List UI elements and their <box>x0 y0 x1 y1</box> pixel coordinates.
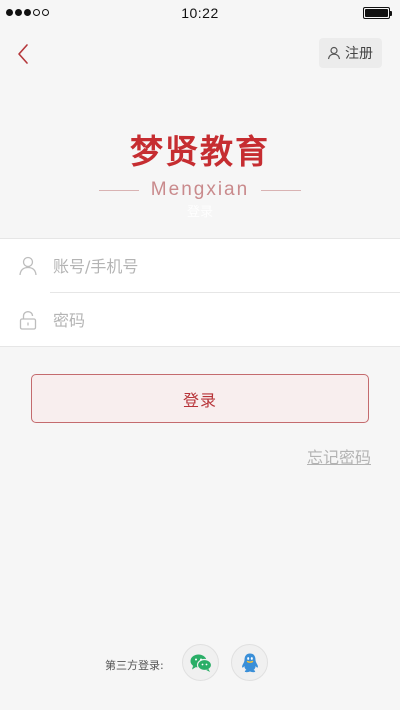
person-icon <box>327 46 341 60</box>
register-button[interactable]: 注册 <box>319 38 382 68</box>
brand-overlay-text: 登录 <box>186 205 213 220</box>
account-input[interactable] <box>53 246 388 286</box>
brand-divider-right <box>261 189 302 191</box>
login-button[interactable]: 登录 <box>31 374 369 423</box>
back-button[interactable] <box>12 40 36 68</box>
qq-login-button[interactable] <box>231 644 268 681</box>
password-row <box>0 293 400 347</box>
brand-title: 梦贤教育 <box>130 132 270 171</box>
status-time: 10:22 <box>181 5 219 21</box>
brand-block: 梦贤教育 Mengxian <box>0 130 400 204</box>
lock-icon <box>19 311 37 330</box>
wechat-login-button[interactable] <box>182 644 219 681</box>
status-bar: 10:22 <box>0 0 400 26</box>
account-row <box>0 239 400 293</box>
forgot-password-link[interactable]: 忘记密码 <box>307 444 371 468</box>
person-icon <box>19 256 37 276</box>
qq-penguin-icon <box>241 653 258 672</box>
login-form <box>0 238 400 347</box>
password-input[interactable] <box>53 300 388 340</box>
brand-divider-left <box>98 189 139 191</box>
chevron-left-icon <box>18 44 28 64</box>
third-party-login: 第三方登录: <box>0 644 400 684</box>
battery-icon <box>363 7 392 19</box>
brand-subtitle: Mengxian <box>150 179 250 200</box>
signal-dots-icon <box>6 9 49 16</box>
brand-subtitle-row: Mengxian <box>0 176 400 204</box>
login-label: 登录 <box>182 390 217 410</box>
wechat-icon <box>190 654 212 672</box>
register-label: 注册 <box>345 46 373 62</box>
third-party-label: 第三方登录: <box>105 659 164 672</box>
